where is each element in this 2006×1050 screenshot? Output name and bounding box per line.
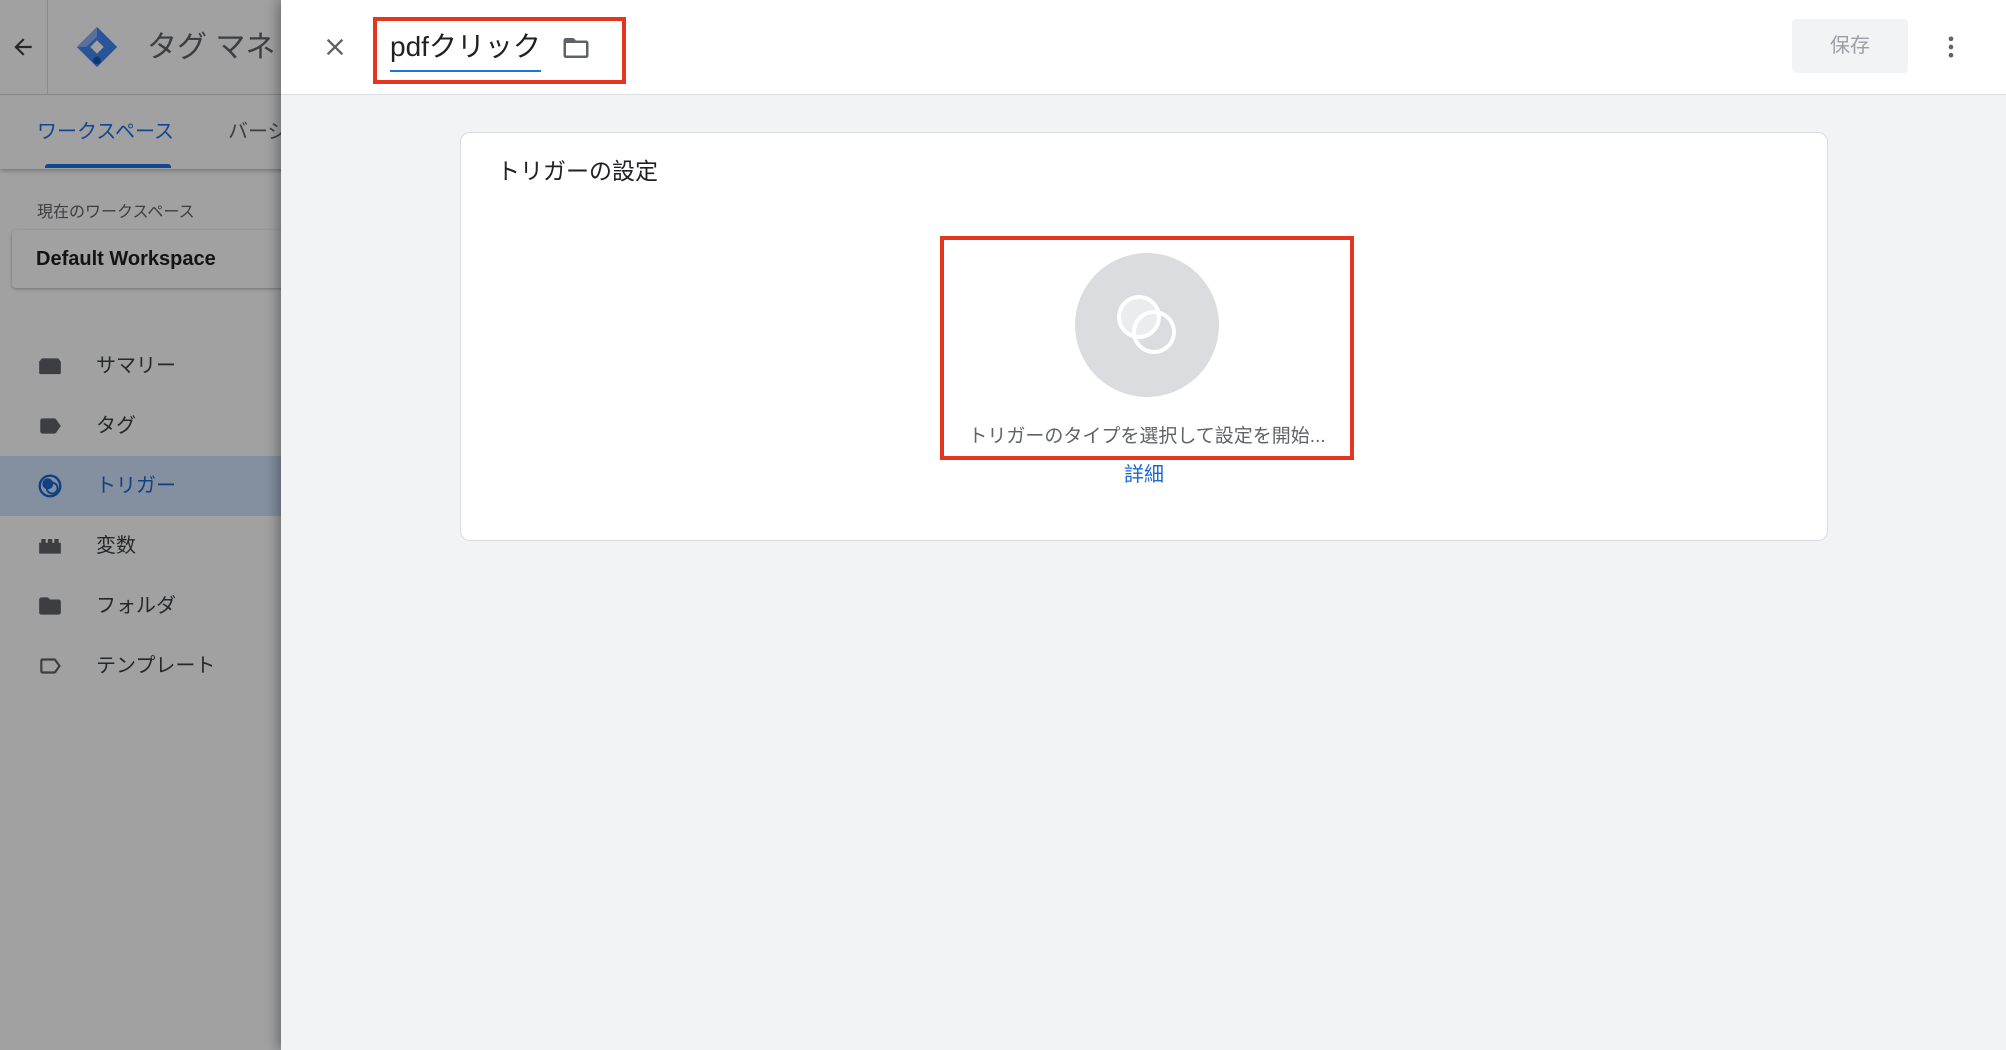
learn-more-link[interactable]: 詳細: [1124, 461, 1164, 489]
trigger-configuration-card: トリガーの設定 トリガーのタイプを選択して設定を開始... 詳細: [460, 132, 1828, 541]
more-vert-icon[interactable]: [1937, 33, 1965, 61]
trigger-type-selector[interactable]: トリガーのタイプを選択して設定を開始...: [940, 236, 1354, 460]
trigger-type-placeholder-text: トリガーのタイプを選択して設定を開始...: [968, 426, 1326, 447]
trigger-editor-panel: pdfクリック 保存 トリガーの設定 トリガーのタイプを選択して設定を開始...…: [281, 0, 2006, 1050]
trigger-type-placeholder-icon: [1075, 253, 1219, 397]
trigger-name-group: pdfクリック: [390, 23, 591, 73]
save-button[interactable]: 保存: [1792, 19, 1908, 73]
close-icon[interactable]: [321, 33, 349, 61]
editor-header: pdfクリック 保存: [281, 0, 2006, 95]
folder-outline-icon[interactable]: [561, 33, 591, 63]
trigger-name-input[interactable]: pdfクリック: [390, 24, 541, 72]
card-title: トリガーの設定: [497, 158, 658, 184]
screen: タグ マネ ワークスペース バージ 現在のワークスペース Default Wor…: [0, 0, 2006, 1050]
